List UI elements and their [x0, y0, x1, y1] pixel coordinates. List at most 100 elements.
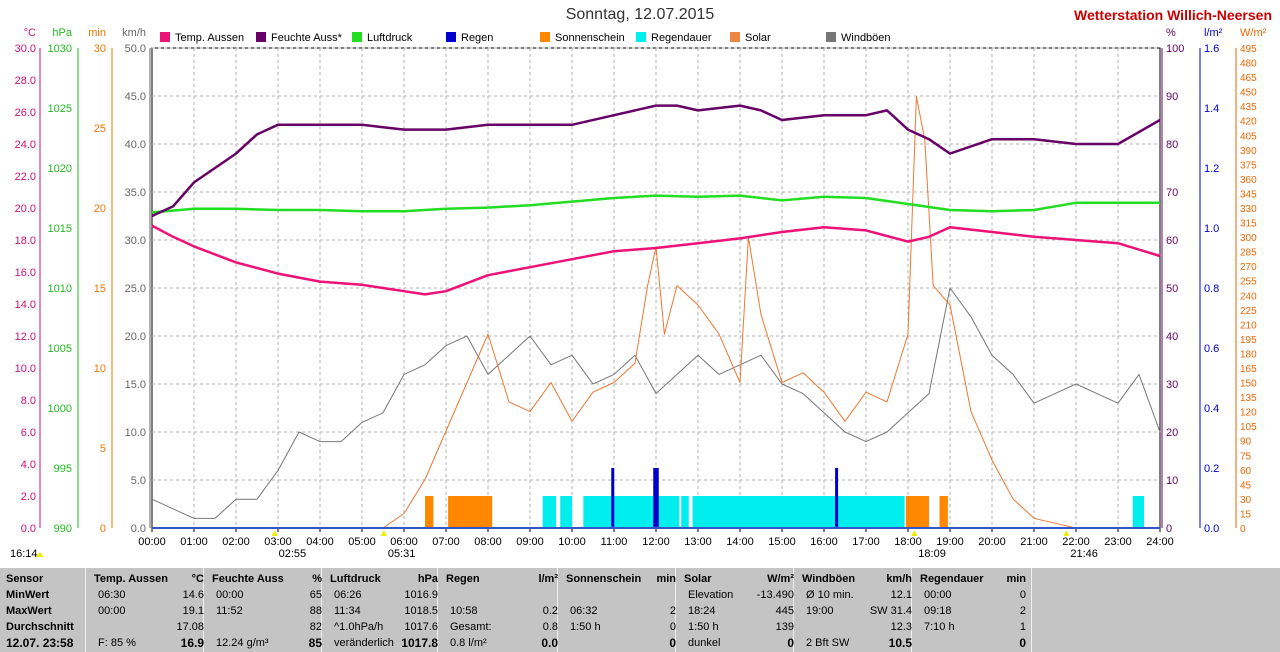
pressure-axis-tick: 990	[54, 523, 72, 535]
cell-time: 00:00	[98, 605, 126, 617]
pressure-axis-tick: 1025	[48, 103, 72, 115]
pressure-axis-tick: 1000	[48, 403, 72, 415]
cell-note: 12.24 g/m³	[216, 637, 269, 649]
solar-axis-tick: 45	[1240, 480, 1252, 491]
table-row: 18:24 445	[684, 603, 794, 619]
cell-value: 1018.5	[404, 605, 438, 617]
cell-time: 11:52	[216, 605, 243, 617]
wind-axis-tick: 30.0	[125, 235, 146, 247]
table-current-row: F: 85 % 16.9	[94, 635, 204, 651]
temp-axis-tick: 2.0	[21, 491, 36, 503]
header-unit: hPa	[417, 573, 438, 585]
marker-icon	[380, 530, 387, 536]
table-current-row: 0	[566, 635, 676, 651]
solar-axis-tick: 105	[1240, 422, 1257, 433]
rain-axis-tick: 0.2	[1204, 463, 1219, 475]
cell-note: F: 85 %	[98, 637, 136, 649]
table-header: Feuchte Auss%	[212, 572, 322, 587]
wind-axis-tick: 10.0	[125, 427, 146, 439]
cell-time: 09:18	[924, 605, 952, 617]
solar-axis-tick: 225	[1240, 306, 1257, 317]
cell-current-value: 16.9	[180, 636, 204, 650]
solar-axis-tick: 60	[1240, 466, 1252, 477]
solar-axis-tick: 390	[1240, 146, 1257, 157]
x-tick-label: 21:00	[1020, 536, 1048, 548]
header-label: Windböen	[802, 573, 856, 585]
solar-axis-tick: 180	[1240, 349, 1257, 360]
table-row: 1:50 h 139	[684, 619, 794, 635]
humidity-axis-tick: 30	[1166, 379, 1178, 391]
cell-note: 0.8 l/m²	[450, 637, 487, 649]
x-tick-label: 02:00	[222, 536, 250, 548]
table-row: 00:00 0	[920, 587, 1026, 603]
table-current-row: 2 Bft SW 10.5	[802, 635, 912, 651]
solar-axis-tick: 165	[1240, 364, 1257, 375]
solar-axis-tick: 240	[1240, 291, 1257, 302]
pressure-axis-tick: 1030	[48, 43, 72, 55]
table-current-row: 0.8 l/m² 0.0	[446, 635, 558, 651]
solar-axis-tick: 345	[1240, 189, 1257, 200]
solar-axis-tick: 120	[1240, 408, 1257, 419]
solar-axis-tick: 405	[1240, 131, 1257, 142]
table-current-row: 12.24 g/m³ 85	[212, 635, 322, 651]
table-row: 1:50 h 0	[566, 619, 676, 635]
table-header: Regendauer min	[920, 572, 1026, 587]
cell-value: 82	[309, 621, 322, 633]
table-row: 11:34 1018.5	[330, 603, 438, 619]
header-label: Sonnenschein	[566, 573, 642, 585]
humidity-axis-tick: 70	[1166, 187, 1178, 199]
cell-time: Ø 10 min.	[806, 589, 854, 601]
wind-axis-tick: 0.0	[131, 523, 146, 535]
rain-duration-bar	[1132, 496, 1145, 528]
table-current-row: dunkel 0	[684, 635, 794, 651]
table-row-label: MinWert	[6, 589, 50, 601]
cell-value: 139	[775, 621, 794, 633]
table-row: 00:00 19.1	[94, 603, 204, 619]
rain-axis-tick: 1.6	[1204, 43, 1219, 55]
cell-time: 1:50 h	[688, 621, 719, 633]
cell-current-value: 0	[787, 636, 794, 650]
humidity-axis-tick: 80	[1166, 139, 1178, 151]
x-tick-label: 06:00	[390, 536, 418, 548]
solar-axis-tick: 0	[1240, 524, 1246, 535]
cell-value: 88	[309, 605, 322, 617]
cell-value: 65	[309, 589, 322, 601]
marker-icon	[1063, 530, 1070, 536]
cell-note: veränderlich	[334, 637, 394, 649]
x-tick-label: 10:00	[558, 536, 586, 548]
cell-value: 1	[1019, 621, 1026, 633]
minutes-axis-tick: 20	[94, 203, 106, 215]
x-tick-label: 13:00	[684, 536, 712, 548]
rain-axis-tick: 1.0	[1204, 223, 1219, 235]
cell-time: Gesamt:	[450, 621, 492, 633]
cell-value: 0.8	[542, 621, 558, 633]
cell-value: 2	[1019, 605, 1026, 617]
header-label: Regendauer	[920, 573, 984, 585]
humidity-axis-tick: 40	[1166, 331, 1178, 343]
sunshine-bar	[939, 496, 948, 528]
table-header: Regen l/m²	[446, 572, 558, 587]
minutes-axis-tick: 25	[94, 123, 106, 135]
humidity-axis-tick: 10	[1166, 475, 1178, 487]
header-label: Feuchte Auss	[212, 573, 284, 585]
legend-label: Temp. Aussen	[175, 32, 244, 44]
pressure-axis-tick: 1010	[48, 283, 72, 295]
x-tick-label: 01:00	[180, 536, 208, 548]
temp-axis-tick: 22.0	[15, 171, 36, 183]
marker-icon	[911, 530, 918, 536]
cell-time: 1:50 h	[570, 621, 601, 633]
legend-label: Luftdruck	[367, 32, 413, 44]
solar-axis-tick: 75	[1240, 451, 1252, 462]
header-unit: %	[312, 573, 322, 585]
cell-value: 17.08	[176, 621, 204, 633]
cell-time: 18:24	[688, 605, 716, 617]
table-row-label: Durchschnitt	[6, 621, 74, 633]
x-tick-label: 22:00	[1062, 536, 1090, 548]
table-column-hum: Feuchte Auss% 00:00 65 11:52 88 82 12.24 g/m³ 8…	[212, 572, 322, 651]
header-unit: min	[1006, 573, 1026, 585]
solar-axis-tick: 255	[1240, 277, 1257, 288]
solar-axis-tick: 315	[1240, 219, 1257, 230]
legend-swatch	[160, 32, 170, 42]
table-row: 00:00 65	[212, 587, 322, 603]
table-header: Windböen km/h	[802, 572, 912, 587]
